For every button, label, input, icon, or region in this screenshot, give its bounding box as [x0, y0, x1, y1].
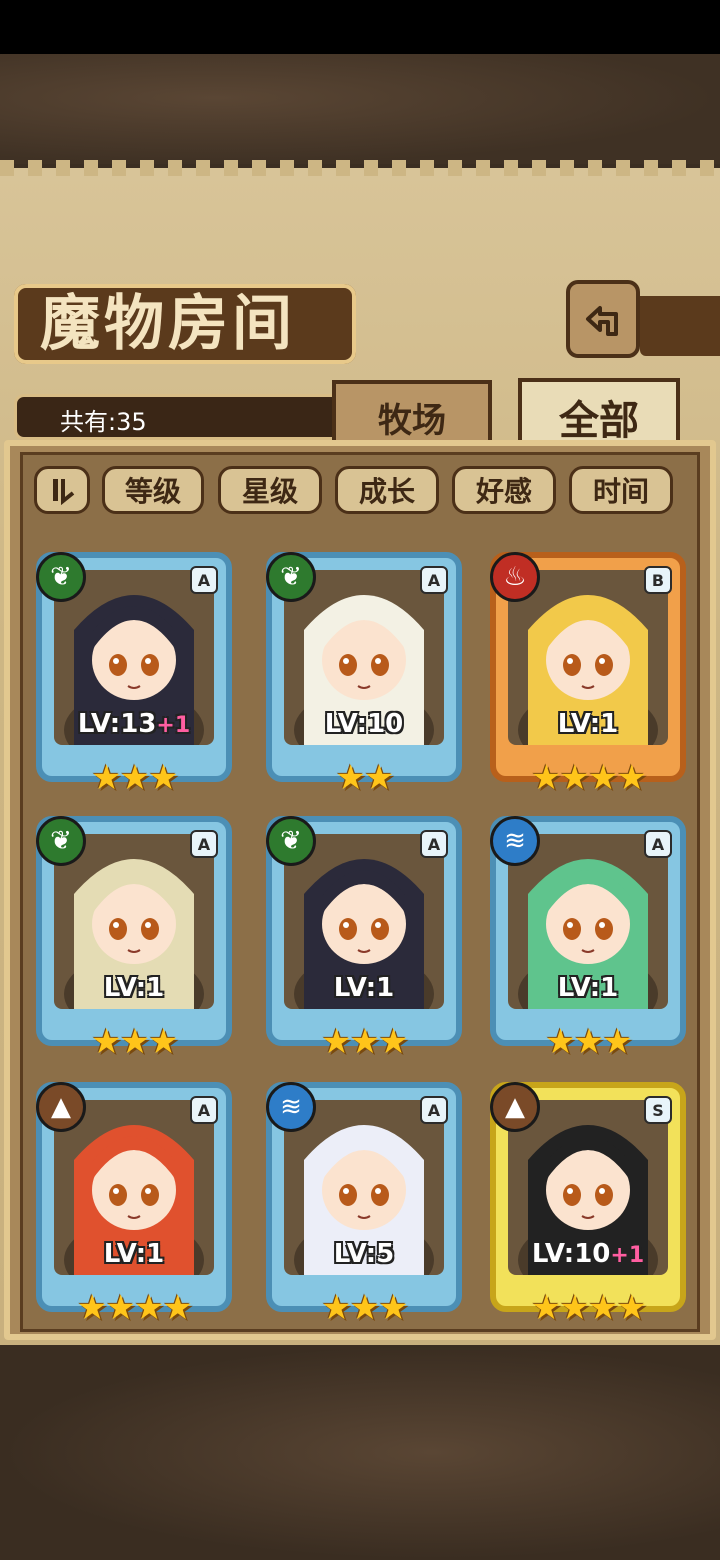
monster-level: LV:10+1: [508, 1239, 668, 1269]
monster-level: LV:1: [54, 1239, 214, 1269]
star-rating: ★★★: [91, 758, 178, 798]
water-element-icon: ≋: [490, 816, 540, 866]
back-button-extension: [640, 296, 720, 356]
monster-level: LV:10: [284, 709, 444, 739]
map-background-top: [0, 54, 720, 164]
level-text: LV:1: [557, 973, 619, 1003]
star-rating: ★★: [335, 758, 395, 798]
star-rating: ★★★: [91, 1022, 178, 1062]
star-rating: ★★★★: [77, 1288, 193, 1328]
star-rating: ★★★: [321, 1022, 408, 1062]
level-text: LV:1: [333, 973, 395, 1003]
monster-card[interactable]: LV:1 A ❦ ★★★: [36, 816, 232, 1062]
earth-element-icon: ▲: [490, 1082, 540, 1132]
monster-level: LV:1: [54, 973, 214, 1003]
level-text: LV:10: [324, 709, 404, 739]
monster-level: LV:1: [508, 973, 668, 1003]
monster-card[interactable]: LV:1 A ≋ ★★★: [490, 816, 686, 1062]
monster-portrait: LV:10: [284, 570, 444, 745]
grass-element-icon: ❦: [266, 816, 316, 866]
level-text: LV:13: [77, 709, 157, 739]
star-rating: ★★★★: [531, 1288, 647, 1328]
back-arrow-icon: [586, 306, 618, 336]
back-button[interactable]: [566, 280, 640, 358]
map-background-bottom: [0, 1345, 720, 1560]
status-bar: [0, 0, 720, 54]
sort-time-button[interactable]: 时间: [569, 466, 673, 514]
level-text: LV:1: [103, 1239, 165, 1269]
monster-card[interactable]: LV:1 B ♨ ★★★★: [490, 552, 686, 798]
page-title: 魔物房间: [40, 289, 296, 359]
level-bonus: +1: [610, 1243, 645, 1268]
monster-portrait: LV:1: [54, 834, 214, 1009]
rarity-badge: A: [420, 566, 448, 594]
monster-level: LV:5: [284, 1239, 444, 1269]
level-text: LV:1: [103, 973, 165, 1003]
monster-level: LV:1: [284, 973, 444, 1003]
star-rating: ★★★: [545, 1022, 632, 1062]
sort-stars-button[interactable]: 星级: [218, 466, 322, 514]
sort-growth-button[interactable]: 成长: [335, 466, 439, 514]
rarity-badge: A: [644, 830, 672, 858]
monster-portrait: LV:1: [284, 834, 444, 1009]
monster-card[interactable]: LV:1 A ▲ ★★★★: [36, 1082, 232, 1328]
monster-card[interactable]: LV:5 A ≋ ★★★: [266, 1082, 462, 1328]
rarity-badge: A: [190, 1096, 218, 1124]
monster-portrait: LV:13+1: [54, 570, 214, 745]
star-rating: ★★★: [321, 1288, 408, 1328]
level-text: LV:5: [333, 1239, 395, 1269]
rarity-badge: A: [190, 566, 218, 594]
sort-affection-button[interactable]: 好感: [452, 466, 556, 514]
monster-level: LV:1: [508, 709, 668, 739]
monster-portrait: LV:1: [508, 570, 668, 745]
rarity-badge: A: [420, 830, 448, 858]
star-rating: ★★★★: [531, 758, 647, 798]
level-text: LV:1: [557, 709, 619, 739]
rarity-badge: A: [420, 1096, 448, 1124]
monster-portrait: LV:1: [54, 1100, 214, 1275]
water-element-icon: ≋: [266, 1082, 316, 1132]
monster-card[interactable]: LV:10 A ❦ ★★: [266, 552, 462, 798]
earth-element-icon: ▲: [36, 1082, 86, 1132]
monster-portrait: LV:10+1: [508, 1100, 668, 1275]
sort-level-button[interactable]: 等级: [102, 466, 204, 514]
monster-card[interactable]: LV:10+1 S ▲ ★★★★: [490, 1082, 686, 1328]
monster-count: 共有:35: [60, 408, 147, 436]
monster-level: LV:13+1: [54, 709, 214, 739]
monster-portrait: LV:1: [508, 834, 668, 1009]
level-text: LV:10: [531, 1239, 611, 1269]
rarity-badge: S: [644, 1096, 672, 1124]
monster-card[interactable]: LV:1 A ❦ ★★★: [266, 816, 462, 1062]
fire-element-icon: ♨: [490, 552, 540, 602]
monster-portrait: LV:5: [284, 1100, 444, 1275]
rarity-badge: B: [644, 566, 672, 594]
monster-card[interactable]: LV:13+1 A ❦ ★★★: [36, 552, 232, 798]
grass-element-icon: ❦: [36, 816, 86, 866]
sort-order-icon: [53, 479, 75, 505]
sort-order-toggle[interactable]: [34, 466, 90, 514]
grass-element-icon: ❦: [36, 552, 86, 602]
level-bonus: +1: [156, 713, 191, 738]
rarity-badge: A: [190, 830, 218, 858]
grass-element-icon: ❦: [266, 552, 316, 602]
